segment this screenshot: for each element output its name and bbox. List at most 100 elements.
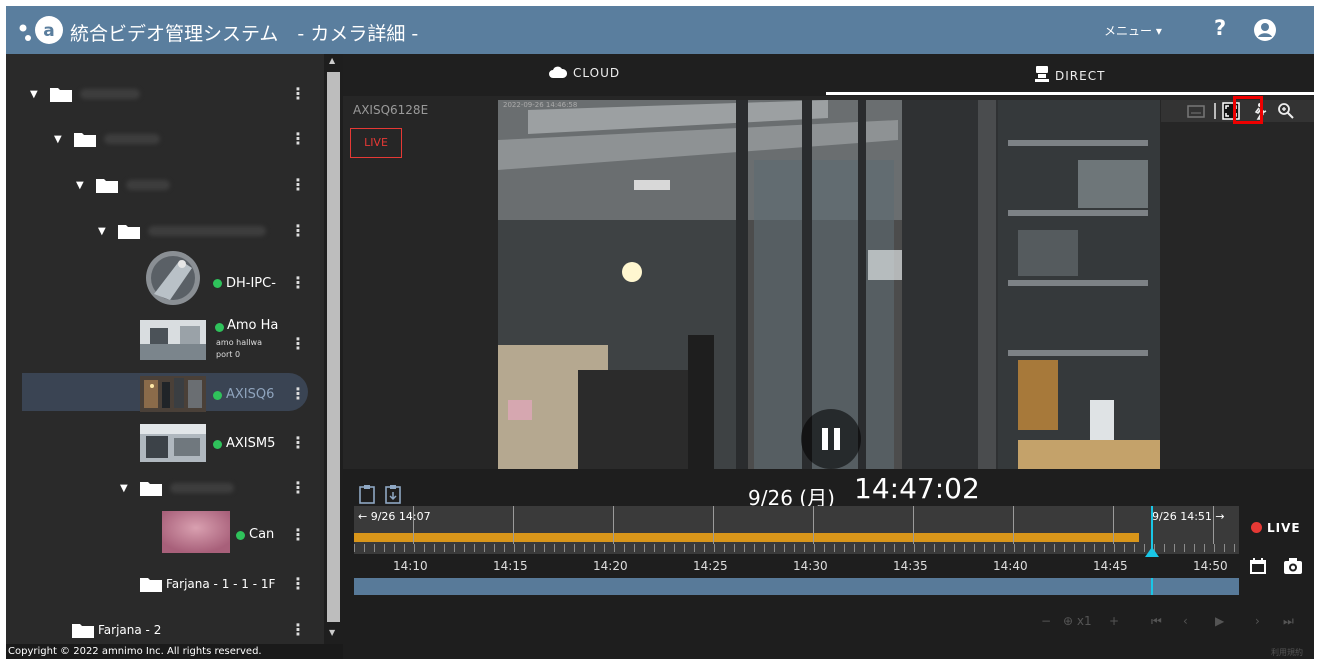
live-badge: LIVE <box>350 128 402 158</box>
live-dot-icon <box>1251 522 1262 533</box>
scrollbar-thumb[interactable] <box>327 72 340 622</box>
sidebar-scrollbar[interactable]: ▲ ▼ <box>324 54 343 644</box>
pause-icon <box>822 428 828 450</box>
video-timestamp-overlay: 2022-09-26 14:46:58 <box>503 101 578 109</box>
more-options-icon[interactable]: ⋮ <box>290 433 306 452</box>
timeline-major-tick <box>1113 506 1114 544</box>
playback-speed[interactable]: ⊕ x1 <box>1063 614 1092 628</box>
playhead-handle[interactable] <box>1145 547 1159 557</box>
toolbar-divider <box>1214 103 1216 119</box>
more-options-icon[interactable]: ⋮ <box>290 221 306 240</box>
scroll-down-arrow-icon[interactable]: ▼ <box>329 628 335 637</box>
timeline-minor-ticks <box>354 544 1239 552</box>
clip-export-icon[interactable] <box>383 484 403 504</box>
pause-button[interactable] <box>801 409 861 469</box>
clipboard-icon[interactable] <box>357 484 377 504</box>
timeline-tick-label: 14:40 <box>993 559 1028 573</box>
more-options-icon[interactable]: ⋮ <box>290 574 306 593</box>
camera-name[interactable]: DH-IPC- <box>226 276 276 291</box>
zoom-icon[interactable] <box>1277 102 1295 120</box>
skip-to-end-icon[interactable]: ⏭ <box>1283 614 1294 629</box>
app-title: 統合ビデオ管理システム - カメラ詳細 - <box>70 23 419 45</box>
caret-down-icon[interactable]: ▼ <box>54 134 62 145</box>
folder-name[interactable]: Farjana - 1 - 1 - 1F <box>166 577 275 591</box>
tree-folder-row[interactable]: ▼ ⋮ <box>6 119 324 159</box>
more-options-icon[interactable]: ⋮ <box>290 129 306 148</box>
snapshot-camera-icon[interactable] <box>1283 557 1303 575</box>
tree-folder-row[interactable]: ▼ ⋮ <box>6 468 324 508</box>
timeline-range-start[interactable]: ← 9/26 14:07 <box>358 510 431 523</box>
camera-thumbnail[interactable] <box>140 250 206 306</box>
tree-folder-row[interactable]: ▼ ⋮ <box>6 74 324 114</box>
camera-thumbnail[interactable] <box>162 511 230 553</box>
timeline-tick-label: 14:35 <box>893 559 928 573</box>
step-forward-icon[interactable]: › <box>1255 614 1260 628</box>
subtitle-icon[interactable] <box>1187 102 1205 120</box>
step-back-icon[interactable]: ‹ <box>1183 614 1188 628</box>
zoom-in-button[interactable]: + <box>1109 614 1119 628</box>
caret-down-icon[interactable]: ▼ <box>120 483 128 494</box>
terms-link[interactable]: 利用規約 <box>1271 647 1303 658</box>
header-bar: a 統合ビデオ管理システム - カメラ詳細 - メニュー ▾ ? <box>6 6 1314 54</box>
scroll-up-arrow-icon[interactable]: ▲ <box>329 56 335 65</box>
folder-name[interactable]: Farjana - 2 <box>98 623 161 637</box>
timeline-range-end[interactable]: 9/26 14:51 → <box>1152 510 1225 523</box>
tab-direct[interactable]: DIRECT <box>1035 66 1105 83</box>
more-options-icon[interactable]: ⋮ <box>290 384 306 403</box>
camera-tree-sidebar: ▼ ⋮ ▼ ⋮ ▼ ⋮ ▼ ⋮ DH-IPC- ⋮ Amo Ha amo hal… <box>6 54 343 644</box>
tree-folder-row[interactable]: ▼ ⋮ <box>6 211 324 251</box>
camera-description: amo hallwa <box>216 338 262 347</box>
camera-name[interactable]: AXISQ6 <box>226 387 274 402</box>
copyright-text: Copyright © 2022 amnimo Inc. All rights … <box>6 644 343 659</box>
more-options-icon[interactable]: ⋮ <box>290 175 306 194</box>
go-live-button[interactable]: LIVE <box>1251 521 1301 535</box>
calendar-icon[interactable] <box>1249 557 1267 575</box>
timeline-track[interactable]: ← 9/26 14:07 9/26 14:51 → <box>354 506 1239 557</box>
tree-folder-row[interactable]: ▼ ⋮ <box>6 165 324 205</box>
more-options-icon[interactable]: ⋮ <box>290 334 306 353</box>
caret-down-icon[interactable]: ▼ <box>30 89 38 100</box>
menu-button[interactable]: メニュー ▾ <box>1104 22 1162 39</box>
camera-description: port 0 <box>216 350 241 359</box>
tab-direct-label: DIRECT <box>1055 69 1106 83</box>
zoom-out-button[interactable]: − <box>1041 614 1051 628</box>
caret-down-icon[interactable]: ▼ <box>98 226 106 237</box>
playback-time: 14:47:02 <box>854 472 980 505</box>
redacted-folder-name <box>170 483 234 493</box>
user-account-icon[interactable] <box>1253 18 1277 42</box>
help-button[interactable]: ? <box>1214 16 1226 40</box>
more-options-icon[interactable]: ⋮ <box>290 620 306 639</box>
caret-down-icon[interactable]: ▼ <box>76 180 84 191</box>
timeline-panel: 9/26 (月) 14:47:02 ← 9/26 14:07 9/26 14:5… <box>343 469 1314 659</box>
online-status-dot <box>236 531 245 540</box>
app-window: a 統合ビデオ管理システム - カメラ詳細 - メニュー ▾ ? ▼ ⋮ ▼ ⋮… <box>6 6 1314 659</box>
skip-to-start-icon[interactable]: ⏮ <box>1151 614 1162 629</box>
play-icon[interactable]: ▶ <box>1215 614 1224 628</box>
timeline-overview-bar[interactable] <box>354 578 1239 595</box>
source-tabs: CLOUD DIRECT <box>343 54 1314 96</box>
camera-name[interactable]: Amo Ha <box>227 318 278 333</box>
more-options-icon[interactable]: ⋮ <box>290 273 306 292</box>
timeline-major-tick <box>813 506 814 544</box>
camera-thumbnail[interactable] <box>140 376 206 412</box>
camera-detail-main: CLOUD DIRECT AXISQ6128E LIVE 2022-09-26 … <box>343 54 1314 659</box>
more-options-icon[interactable]: ⋮ <box>290 525 306 544</box>
online-status-dot <box>213 440 222 449</box>
timeline-major-tick <box>613 506 614 544</box>
redacted-folder-name <box>126 180 170 190</box>
folder-icon <box>140 578 162 592</box>
more-options-icon[interactable]: ⋮ <box>290 84 306 103</box>
amnimo-logo: a <box>19 16 63 44</box>
camera-name[interactable]: Can <box>249 527 274 542</box>
camera-thumbnail[interactable] <box>140 424 206 462</box>
camera-name[interactable]: AXISM5 <box>226 436 275 451</box>
folder-icon <box>118 225 140 239</box>
folder-icon <box>50 88 72 102</box>
camera-thumbnail[interactable] <box>140 320 206 360</box>
more-options-icon[interactable]: ⋮ <box>290 478 306 497</box>
tab-cloud[interactable]: CLOUD <box>549 66 620 80</box>
timeline-tick-label: 14:30 <box>793 559 828 573</box>
online-status-dot <box>213 391 222 400</box>
tree-folder-row[interactable]: Farjana - 1 - 1 - 1F ⋮ <box>6 564 324 604</box>
redacted-folder-name <box>80 89 140 99</box>
